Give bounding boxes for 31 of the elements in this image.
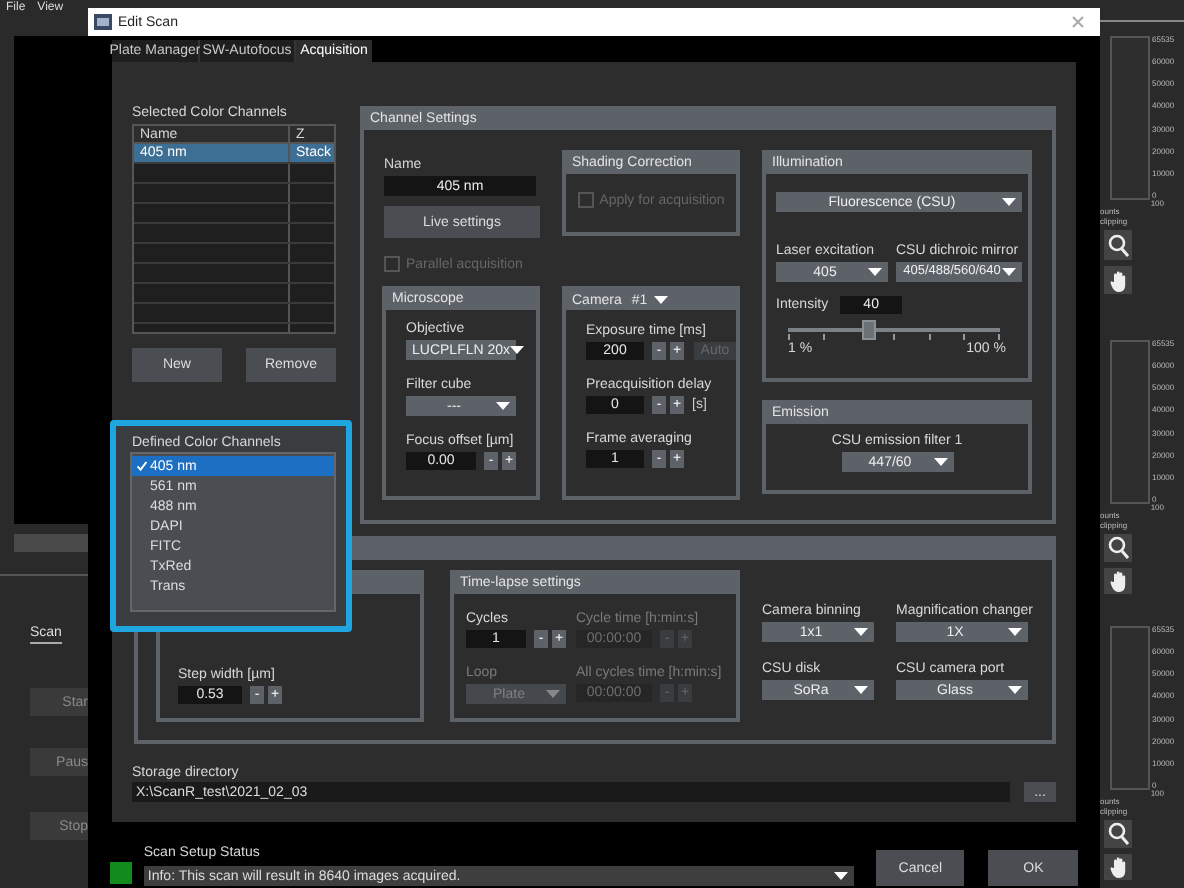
search-button[interactable] <box>1104 230 1132 260</box>
check-icon <box>136 460 148 472</box>
caret-icon <box>854 686 868 694</box>
app-icon <box>94 14 112 30</box>
search-icon <box>1107 821 1129 846</box>
caret-icon <box>1002 198 1016 206</box>
caret-icon <box>510 346 525 354</box>
pan-button[interactable] <box>1104 266 1132 294</box>
caret-icon <box>868 268 882 276</box>
caret-icon <box>933 458 947 466</box>
caret-icon <box>653 296 668 304</box>
search-button[interactable] <box>1104 820 1132 848</box>
hand-icon <box>1109 569 1127 592</box>
search-button[interactable] <box>1104 534 1132 562</box>
hand-icon <box>1109 855 1127 878</box>
search-icon <box>1107 233 1129 257</box>
pan-button[interactable] <box>1104 853 1132 880</box>
caret-icon <box>1008 628 1022 636</box>
pan-button[interactable] <box>1104 567 1132 594</box>
caret-icon <box>854 628 868 636</box>
slider-thumb[interactable] <box>861 320 876 340</box>
caret-icon <box>833 872 848 880</box>
caret-icon <box>496 402 510 410</box>
close-icon <box>1072 16 1084 28</box>
hand-icon <box>1109 269 1127 291</box>
scroll-bar[interactable] <box>14 534 88 552</box>
caret-icon <box>1002 268 1016 276</box>
caret-icon <box>1008 686 1022 694</box>
search-icon <box>1107 535 1129 560</box>
status-indicator <box>110 862 132 884</box>
caret-icon <box>546 690 560 698</box>
